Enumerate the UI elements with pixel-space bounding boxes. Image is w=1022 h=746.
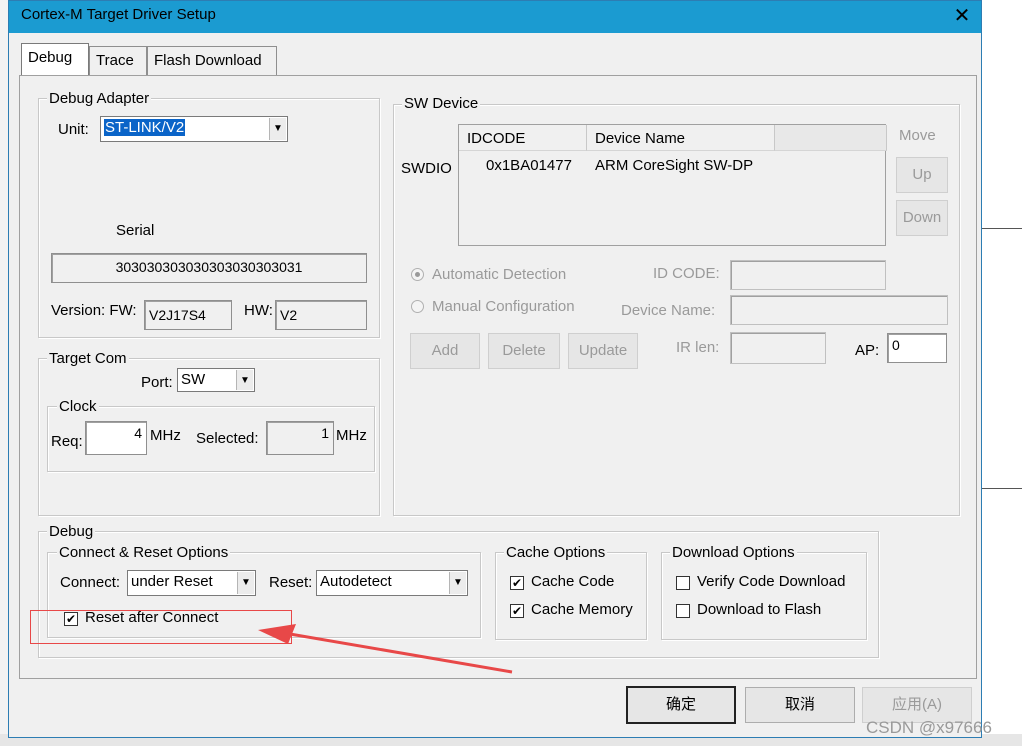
row-idcode: 0x1BA01477	[486, 157, 572, 174]
port-label: Port:	[141, 374, 173, 391]
connect-reset-label: Connect & Reset Options	[57, 544, 231, 561]
selected-unit: MHz	[336, 427, 367, 444]
connect-value: under Reset	[131, 573, 213, 590]
automatic-detection-label: Automatic Detection	[432, 266, 567, 283]
automatic-detection-radio[interactable]	[411, 268, 424, 281]
chevron-down-icon[interactable]: ▼	[269, 118, 286, 140]
connect-select[interactable]: under Reset ▼	[127, 570, 256, 596]
port-select[interactable]: SW ▼	[177, 368, 255, 392]
sw-device-label: SW Device	[402, 95, 481, 112]
device-name-input[interactable]	[730, 295, 948, 325]
req-label: Req:	[51, 433, 83, 450]
ok-button[interactable]: 确定	[626, 686, 736, 724]
download-options-group	[661, 552, 867, 640]
reset-label: Reset:	[269, 574, 313, 591]
serial-field: 303030303030303030303031	[51, 253, 367, 283]
tab-trace[interactable]: Trace	[89, 46, 147, 76]
ap-label: AP:	[855, 342, 880, 359]
delete-button[interactable]: Delete	[488, 333, 560, 369]
cache-code-label: Cache Code	[531, 573, 615, 590]
manual-configuration-radio[interactable]	[411, 300, 424, 313]
unit-select[interactable]: ST-LINK/V2 ▼	[100, 116, 288, 142]
reset-value: Autodetect	[320, 573, 392, 590]
move-down-button[interactable]: Down	[896, 200, 948, 236]
annotation-arrow-icon	[258, 624, 513, 674]
target-com-label: Target Com	[47, 350, 129, 367]
chevron-down-icon[interactable]: ▼	[236, 370, 253, 390]
id-code-label: ID CODE:	[653, 265, 720, 282]
move-label: Move	[899, 127, 936, 144]
title-bar: Cortex-M Target Driver Setup ✕	[9, 1, 981, 33]
selected-label: Selected:	[196, 430, 259, 447]
ir-len-label: IR len:	[676, 339, 720, 356]
row-device-name: ARM CoreSight SW-DP	[595, 157, 754, 174]
tab-label: Debug	[28, 49, 73, 66]
swdio-label: SWDIO	[401, 160, 452, 177]
close-icon[interactable]: ✕	[949, 4, 975, 30]
cancel-button[interactable]: 取消	[745, 687, 855, 723]
device-name-label: Device Name:	[621, 302, 716, 319]
connect-label: Connect:	[60, 574, 121, 591]
add-button[interactable]: Add	[410, 333, 480, 369]
verify-code-download-checkbox[interactable]	[676, 576, 690, 590]
hw-label: HW:	[244, 302, 273, 319]
req-unit: MHz	[150, 427, 181, 444]
download-to-flash-label: Download to Flash	[697, 601, 822, 618]
tab-debug[interactable]: Debug	[21, 43, 89, 77]
chevron-down-icon[interactable]: ▼	[449, 572, 466, 594]
column-device-name[interactable]: Device Name	[587, 125, 775, 151]
unit-value: ST-LINK/V2	[104, 119, 186, 136]
id-code-input[interactable]	[730, 260, 886, 290]
window-title: Cortex-M Target Driver Setup	[21, 6, 216, 23]
chevron-down-icon[interactable]: ▼	[237, 572, 254, 594]
version-fw-label: Version: FW:	[51, 302, 137, 319]
update-button[interactable]: Update	[568, 333, 638, 369]
cache-options-label: Cache Options	[504, 544, 608, 561]
move-up-button[interactable]: Up	[896, 157, 948, 193]
debug-adapter-label: Debug Adapter	[47, 90, 152, 107]
tab-flash-download[interactable]: Flash Download	[147, 46, 277, 76]
cache-memory-checkbox[interactable]: ✔	[510, 604, 524, 618]
clock-label: Clock	[57, 398, 99, 415]
selected-field: 1	[266, 421, 334, 455]
column-empty	[775, 125, 887, 151]
background-line	[982, 488, 1022, 489]
hw-version-field: V2	[275, 300, 367, 330]
verify-code-download-label: Verify Code Download	[697, 573, 846, 590]
radio-dot	[415, 272, 420, 277]
unit-label: Unit:	[58, 121, 89, 138]
column-idcode[interactable]: IDCODE	[459, 125, 587, 151]
req-input[interactable]: 4	[85, 421, 147, 455]
background-line	[982, 228, 1022, 229]
download-to-flash-checkbox[interactable]	[676, 604, 690, 618]
cache-memory-label: Cache Memory	[531, 601, 633, 618]
download-options-label: Download Options	[670, 544, 797, 561]
ir-len-input[interactable]	[730, 332, 826, 364]
device-list[interactable]: IDCODE Device Name 0x1BA01477 ARM CoreSi…	[458, 124, 887, 246]
table-row[interactable]: 0x1BA01477 ARM CoreSight SW-DP	[459, 155, 885, 177]
serial-label: Serial	[116, 222, 155, 239]
port-value: SW	[181, 371, 206, 388]
tab-label: Flash Download	[154, 52, 262, 69]
watermark: CSDN @x97666	[866, 718, 992, 737]
cache-code-checkbox[interactable]: ✔	[510, 576, 524, 590]
ap-input[interactable]: 0	[887, 333, 947, 363]
manual-configuration-label: Manual Configuration	[432, 298, 575, 315]
debug-label: Debug	[47, 523, 96, 540]
fw-version-field: V2J17S4	[144, 300, 232, 330]
reset-select[interactable]: Autodetect ▼	[316, 570, 468, 596]
tab-label: Trace	[96, 52, 134, 69]
